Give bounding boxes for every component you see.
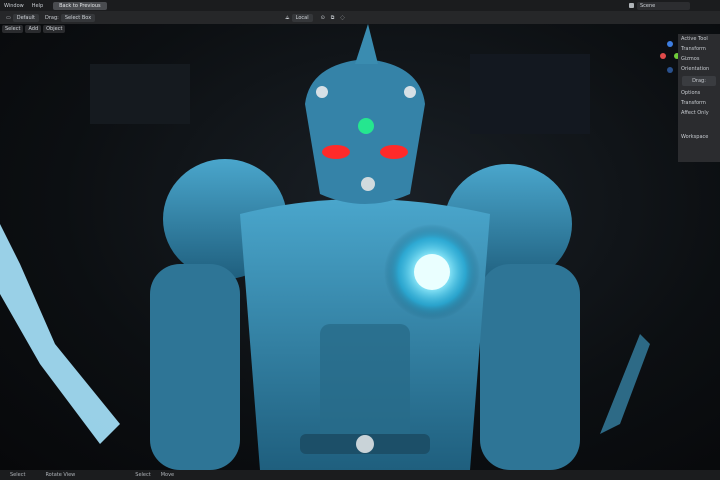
mode-dropdown[interactable]: ▭ Default <box>6 13 40 22</box>
drag-dropdown[interactable]: Drag: Select Box <box>45 13 96 22</box>
drag-value: Select Box <box>60 13 96 22</box>
snap-icon[interactable]: ⧉ <box>331 15 335 21</box>
orientation-label: Orientation <box>681 66 710 72</box>
belt-orb <box>356 435 374 453</box>
chest-core <box>414 254 450 290</box>
sidebar-panel: Active Tool Transform Gizmos Orientation… <box>678 34 720 162</box>
helmet-crest <box>355 24 378 64</box>
back-to-previous-button[interactable]: Back to Previous <box>53 1 107 10</box>
scene-field[interactable]: Scene <box>637 1 690 10</box>
options-header[interactable]: Options <box>678 88 720 98</box>
viewport-header-menu: Select Add Object <box>0 24 66 34</box>
active-tool-header[interactable]: Active Tool <box>678 34 720 44</box>
status-bar: Select Rotate View Select Move <box>0 470 720 480</box>
arm-left <box>150 264 240 470</box>
mode-icon: ▭ <box>6 14 11 21</box>
status-select-2: Select <box>135 472 151 478</box>
orientation-icon: ⟁ <box>285 14 290 21</box>
drag-label: Drag: <box>45 14 59 21</box>
top-bar: Window Help Back to Previous Scene <box>0 0 720 11</box>
transform-sub-header[interactable]: Transform <box>678 98 720 108</box>
menu-object[interactable]: Object <box>43 25 66 33</box>
mouth-orb <box>361 177 375 191</box>
character-render <box>0 24 650 470</box>
energy-blade-left <box>0 224 120 444</box>
status-select: Select <box>10 472 26 478</box>
eye-left <box>322 145 350 159</box>
gizmos-label: Gizmos <box>681 56 700 62</box>
affect-only-label: Affect Only <box>681 110 709 116</box>
scene-selector: Scene <box>629 1 690 10</box>
transform-label: Transform <box>681 46 706 52</box>
3d-viewport[interactable] <box>0 24 720 470</box>
status-move: Move <box>160 472 175 478</box>
tool-header: ▭ Default Drag: Select Box ⟁ Local ⊙ ⧉ ◌ <box>0 11 720 24</box>
blade-right <box>600 334 650 434</box>
orientation-dropdown[interactable]: ⟁ Local <box>285 13 313 22</box>
drag-button[interactable]: Drag: <box>682 76 716 86</box>
proportional-icon[interactable]: ◌ <box>340 15 344 21</box>
helmet-orb-right <box>404 86 416 98</box>
status-rotate-view: Rotate View <box>45 472 76 478</box>
orientation-value: Local <box>291 13 313 22</box>
forehead-gem <box>358 118 374 134</box>
pivot-icon[interactable]: ⊙ <box>321 15 325 21</box>
scene-icon <box>629 3 634 8</box>
workspace-header[interactable]: Workspace <box>678 132 720 142</box>
eye-right <box>380 145 408 159</box>
mode-value: Default <box>12 13 40 22</box>
menu-select[interactable]: Select <box>2 25 24 33</box>
menu-help[interactable]: Help <box>28 3 47 9</box>
axis-gizmo-icon[interactable] <box>660 40 680 80</box>
arm-right <box>480 264 580 470</box>
menu-window[interactable]: Window <box>0 3 28 9</box>
navigation-gizmo[interactable] <box>660 40 680 84</box>
helmet-orb-left <box>316 86 328 98</box>
menu-add[interactable]: Add <box>25 25 42 33</box>
